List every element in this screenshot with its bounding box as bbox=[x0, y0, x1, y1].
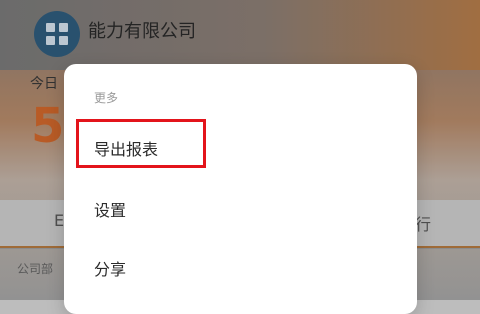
settings-item[interactable]: 设置 bbox=[94, 197, 126, 221]
share-item[interactable]: 分享 bbox=[94, 256, 126, 280]
more-popup: 更多 导出报表 设置 分享 bbox=[64, 64, 417, 314]
export-report-item[interactable]: 导出报表 bbox=[94, 136, 158, 160]
popup-title: 更多 bbox=[94, 91, 119, 105]
